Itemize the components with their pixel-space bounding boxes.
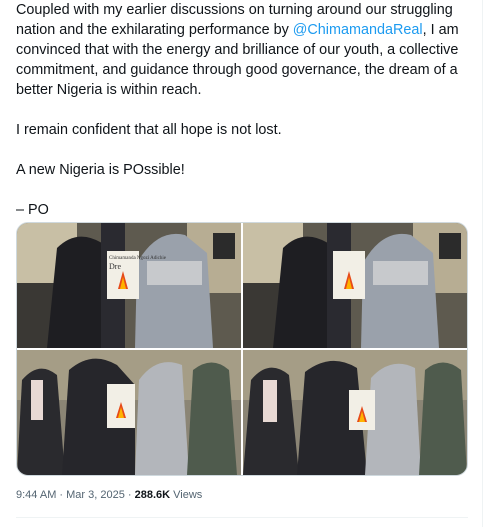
views-count: 288.6K [134, 489, 171, 501]
photo-4[interactable] [243, 350, 467, 475]
photo-2[interactable] [243, 223, 467, 348]
mention-link[interactable]: @ChimamandaReal [293, 22, 423, 38]
photo-1[interactable]: Chimamanda Ngozi Adichie Dre [17, 223, 241, 348]
tweet-signature: – PO [16, 202, 49, 218]
divider [16, 517, 468, 518]
tweet-meta: 9:44 AM · Mar 3, 2025 · 288.6K Views [16, 489, 202, 501]
tweet-paragraph-3: A new Nigeria is POssible! [16, 162, 185, 178]
tweet-body: Coupled with my earlier discussions on t… [16, 0, 468, 220]
book-title-text: Chimamanda Ngozi Adichie [109, 256, 167, 261]
meta-separator: · [124, 489, 135, 501]
tweet-date[interactable]: Mar 3, 2025 [66, 489, 125, 501]
tweet-paragraph-2: I remain confident that all hope is not … [16, 122, 282, 138]
photo-3[interactable] [17, 350, 241, 475]
tweet-paragraph-1: Coupled with my earlier discussions on t… [16, 0, 468, 100]
tweet-time[interactable]: 9:44 AM [16, 489, 56, 501]
book-subtitle-text: Dre [109, 262, 121, 271]
media-grid: Chimamanda Ngozi Adichie Dre [16, 222, 468, 476]
meta-separator: · [56, 489, 67, 501]
views-label: Views [170, 489, 203, 501]
